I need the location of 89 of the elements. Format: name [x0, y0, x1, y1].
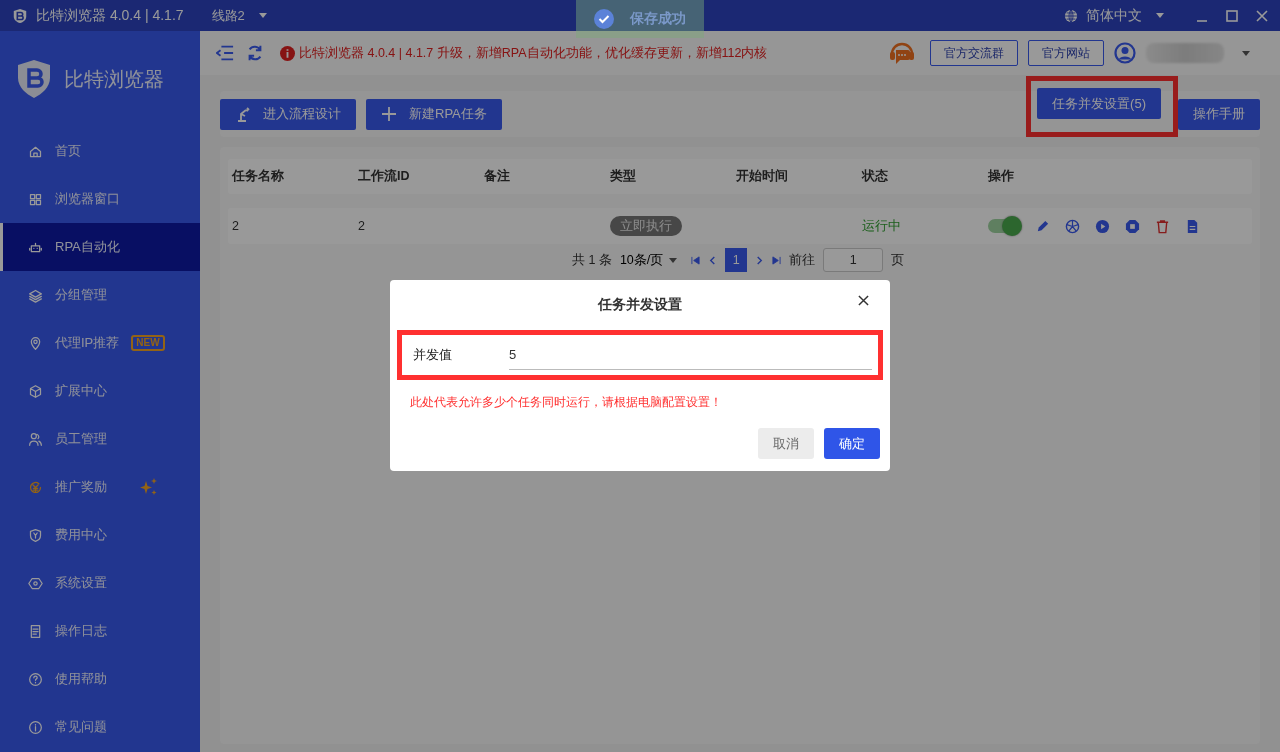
maximize-icon[interactable] [1226, 9, 1238, 22]
robot-arm-icon [235, 106, 251, 122]
dialog-title: 任务并发设置 [598, 296, 682, 314]
total-count: 共 1 条 [572, 251, 612, 269]
edit-icon[interactable] [1035, 218, 1050, 234]
sidebar-item[interactable]: RPA自动化 [0, 223, 200, 271]
sidebar-item[interactable]: 扩展中心 [0, 367, 200, 415]
language-dropdown[interactable]: 简体中文 [1064, 6, 1164, 25]
app-title: 比特浏览器 4.0.4 | 4.1.7 [36, 6, 184, 25]
sidebar-item[interactable]: 分组管理 [0, 271, 200, 319]
sparkle-icon [139, 477, 159, 497]
globe-icon [1064, 8, 1078, 23]
cancel-button[interactable]: 取消 [758, 428, 814, 459]
first-page-icon[interactable] [691, 255, 701, 265]
sidebar-item[interactable]: 员工管理 [0, 415, 200, 463]
toolbar-button[interactable]: 操作手册 [1178, 98, 1260, 130]
column-header: 任务名称 [232, 168, 285, 185]
toggle-switch[interactable] [988, 219, 1020, 233]
headset-icon[interactable] [888, 40, 916, 66]
column-header: 备注 [484, 168, 511, 185]
table-cell-text: 2 [358, 219, 366, 233]
sidebar-item[interactable]: 系统设置 [0, 559, 200, 607]
location-pin-icon [28, 335, 43, 351]
link-button[interactable]: 官方交流群 [930, 40, 1018, 66]
question-icon [28, 671, 43, 687]
caret-icon [258, 13, 267, 18]
route-dropdown[interactable]: 线路2 [211, 6, 267, 25]
update-notice: 比特浏览器 4.0.4 | 4.1.7 升级，新增RPA自动化功能，优化缓存更新，新增112内核 [299, 44, 768, 62]
new-task-button[interactable]: 新建RPA任务 [366, 98, 502, 130]
info-icon [28, 719, 43, 735]
success-toast: 保存成功 [576, 0, 704, 38]
layers-icon [28, 287, 43, 303]
sidebar-item[interactable]: 操作日志 [0, 607, 200, 655]
last-page-icon[interactable] [772, 255, 782, 265]
concurrency-input[interactable]: 5 [509, 340, 872, 370]
toolbar-button[interactable]: 任务并发设置(5) [1037, 88, 1161, 119]
table-cell-text: 2 [232, 219, 240, 233]
check-icon [594, 9, 614, 29]
hint-text: 此处代表允许多少个任务同时运行，请根据电脑配置设置！ [409, 394, 723, 411]
new-badge: NEW [131, 335, 165, 351]
page-number[interactable]: 1 [725, 248, 748, 272]
field-label: 并发值 [413, 346, 453, 364]
cube-icon [28, 383, 43, 399]
sidebar-item[interactable]: 首页 [0, 127, 200, 175]
shield-logo-icon [16, 59, 52, 99]
goto-label: 前往 [789, 251, 816, 269]
column-header: 开始时间 [736, 168, 789, 185]
status-text: 运行中 [862, 217, 902, 235]
column-header: 操作 [988, 168, 1015, 185]
alert-icon [280, 45, 295, 61]
caret-icon [669, 257, 678, 263]
shield-logo-icon [12, 7, 28, 24]
page-input[interactable]: 1 [823, 248, 884, 272]
avatar-icon[interactable] [1114, 42, 1136, 64]
page-suffix: 页 [891, 251, 905, 269]
people-icon [28, 431, 43, 447]
refresh-icon[interactable] [246, 44, 264, 62]
plus-icon [381, 106, 397, 122]
sidebar-item[interactable]: 推广奖励 [0, 463, 200, 511]
caret-icon[interactable] [1242, 50, 1250, 56]
type-tag: 立即执行 [610, 215, 682, 236]
stop-icon[interactable] [1125, 218, 1140, 234]
shield-icon [28, 527, 43, 543]
play-icon[interactable] [1095, 218, 1110, 234]
column-header: 类型 [610, 168, 637, 185]
previous-page-icon[interactable] [708, 255, 718, 265]
sidebar-item[interactable]: 常见问题 [0, 703, 200, 751]
delete-icon[interactable] [1155, 218, 1170, 234]
document-icon[interactable] [1185, 218, 1200, 234]
page-size-dropdown[interactable]: 10条/页 [619, 251, 684, 269]
sidebar-item[interactable]: 费用中心 [0, 511, 200, 559]
sidebar-item[interactable]: 代理IP推荐 NEW [0, 319, 200, 367]
grid-icon [28, 191, 43, 207]
confirm-button[interactable]: 确定 [824, 428, 880, 459]
document-icon [28, 623, 43, 639]
close-icon[interactable] [858, 295, 869, 306]
aperture-icon[interactable] [1065, 218, 1080, 234]
link-button[interactable]: 官方网站 [1028, 40, 1104, 66]
column-header: 状态 [862, 168, 889, 185]
collapse-menu-icon[interactable] [216, 44, 234, 62]
caret-icon [1156, 13, 1164, 18]
brand-name: 比特浏览器 [64, 66, 164, 92]
column-header: 工作流ID [358, 168, 411, 185]
next-page-icon[interactable] [755, 255, 765, 265]
yen-coin-icon [28, 479, 43, 495]
workflow-design-button[interactable]: 进入流程设计 [220, 98, 356, 130]
hexagon-icon [28, 575, 43, 591]
sidebar-item[interactable]: 使用帮助 [0, 655, 200, 703]
sidebar-item[interactable]: 浏览器窗口 [0, 175, 200, 223]
